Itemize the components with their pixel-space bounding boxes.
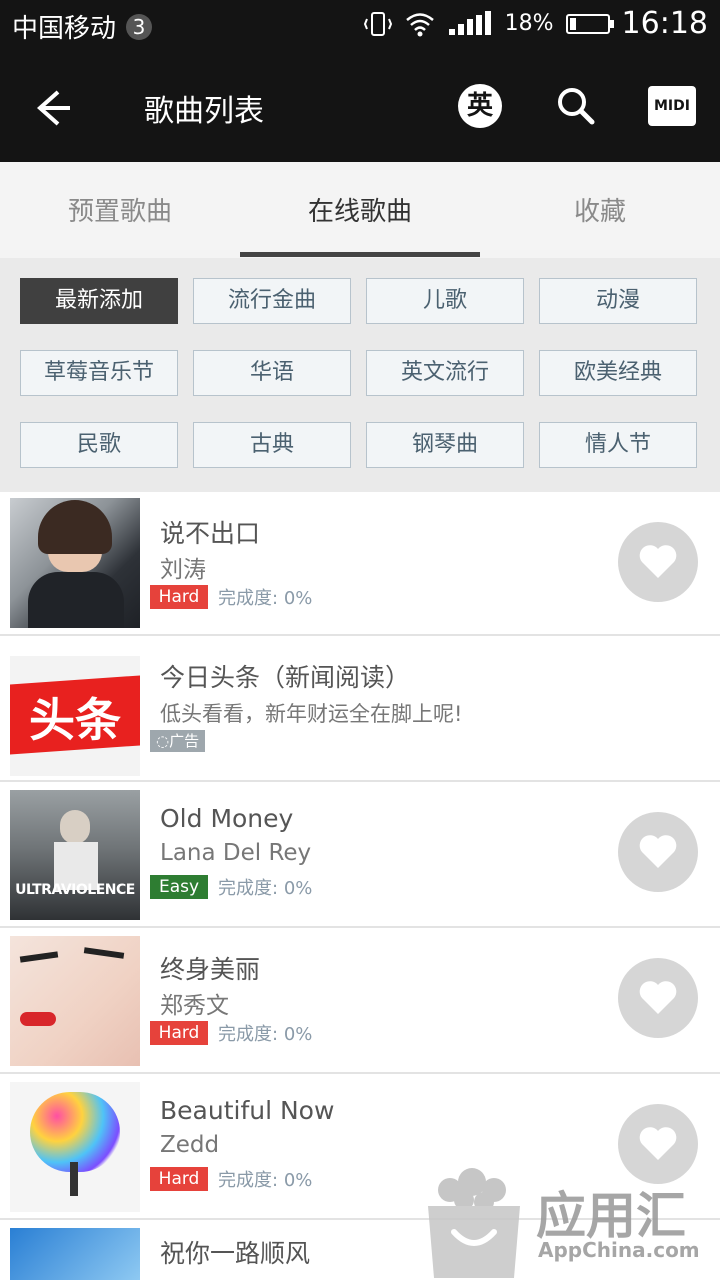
wifi-icon: [405, 12, 434, 36]
ad-tag: ◌广告: [150, 730, 206, 752]
tab-favorites[interactable]: 收藏: [480, 162, 720, 258]
back-button[interactable]: [30, 82, 82, 134]
midi-button[interactable]: MIDI: [648, 86, 696, 126]
ad-subtitle: 低头看看，新年财运全在脚上呢!: [160, 702, 463, 726]
song-title: 终身美丽: [160, 955, 261, 984]
heart-icon: [639, 545, 677, 578]
language-toggle-button[interactable]: 英: [458, 84, 502, 128]
category-anime[interactable]: 动漫: [539, 278, 697, 324]
favorite-button[interactable]: [618, 812, 698, 892]
song-title: 祝你一路顺风: [160, 1239, 311, 1268]
progress-text: 完成度: 0%: [218, 588, 313, 609]
vibrate-icon: [363, 11, 392, 36]
difficulty-badge: Hard: [150, 585, 208, 609]
ad-title: 今日头条（新闻阅读）: [160, 663, 411, 692]
category-children[interactable]: 儿歌: [366, 278, 524, 324]
progress-text: 完成度: 0%: [218, 878, 313, 899]
carrier-label: 中国移动: [12, 14, 117, 44]
song-artist: 郑秀文: [160, 993, 229, 1019]
battery-icon: [565, 13, 614, 34]
category-folk[interactable]: 民歌: [20, 422, 178, 468]
category-western-classics[interactable]: 欧美经典: [539, 350, 697, 396]
sim-slot-badge: 3: [126, 13, 153, 40]
cover-text: ULTRAVIOLENCE: [15, 882, 135, 898]
category-english-pop[interactable]: 英文流行: [366, 350, 524, 396]
album-cover: [10, 1082, 140, 1212]
progress-text: 完成度: 0%: [218, 1170, 313, 1191]
category-strawberry-festival[interactable]: 草莓音乐节: [20, 350, 178, 396]
song-title: Beautiful Now: [160, 1096, 335, 1125]
ad-logo-text: 头条: [29, 693, 121, 747]
tab-preset-songs[interactable]: 预置歌曲: [0, 162, 240, 258]
tab-indicator: [240, 252, 480, 257]
tab-bar: 预置歌曲 在线歌曲 收藏: [0, 162, 720, 258]
difficulty-badge: Hard: [150, 1021, 208, 1045]
album-cover: [10, 936, 140, 1066]
category-piano[interactable]: 钢琴曲: [366, 422, 524, 468]
search-button[interactable]: [554, 84, 598, 128]
heart-icon: [639, 835, 677, 868]
song-artist: Zedd: [160, 1132, 220, 1158]
difficulty-badge: Easy: [150, 875, 208, 899]
category-chinese[interactable]: 华语: [193, 350, 351, 396]
ad-logo: 头条: [10, 656, 140, 776]
signal-icon: [448, 10, 491, 35]
shopping-bag-icon: [428, 1168, 520, 1278]
app-bar: 歌曲列表 英 MIDI: [0, 50, 720, 162]
album-cover: ULTRAVIOLENCE: [10, 790, 140, 920]
favorite-button[interactable]: [618, 522, 698, 602]
search-icon: [558, 88, 595, 125]
song-artist: 刘涛: [160, 557, 206, 583]
arrow-left-icon: [36, 90, 70, 126]
song-artist: Lana Del Rey: [160, 840, 312, 866]
page-title: 歌曲列表: [144, 94, 264, 129]
appchina-watermark: 应用汇 AppChina.com: [420, 1160, 720, 1280]
heart-icon: [639, 1127, 677, 1160]
song-row[interactable]: 终身美丽 郑秀文 Hard 完成度: 0%: [0, 928, 720, 1074]
song-row[interactable]: 说不出口 刘涛 Hard 完成度: 0%: [0, 492, 720, 636]
status-bar: 中国移动 3 18% 16:18: [0, 0, 720, 50]
song-row[interactable]: ULTRAVIOLENCE Old Money Lana Del Rey Eas…: [0, 782, 720, 928]
album-cover: [10, 498, 140, 628]
song-title: Old Money: [160, 804, 294, 833]
category-classical[interactable]: 古典: [193, 422, 351, 468]
category-latest[interactable]: 最新添加: [20, 278, 178, 324]
category-grid: 最新添加 流行金曲 儿歌 动漫 草莓音乐节 华语 英文流行 欧美经典 民歌 古典…: [0, 258, 720, 492]
battery-percent: 18%: [504, 11, 554, 36]
ad-row[interactable]: 头条 今日头条（新闻阅读） 低头看看，新年财运全在脚上呢! ◌广告: [0, 636, 720, 782]
category-pop-hits[interactable]: 流行金曲: [193, 278, 351, 324]
clock: 16:18: [621, 6, 708, 41]
tab-online-songs[interactable]: 在线歌曲: [240, 162, 480, 258]
song-title: 说不出口: [160, 519, 261, 548]
progress-text: 完成度: 0%: [218, 1024, 313, 1045]
album-cover: [10, 1228, 140, 1280]
difficulty-badge: Hard: [150, 1167, 208, 1191]
watermark-domain: AppChina.com: [538, 1238, 700, 1262]
favorite-button[interactable]: [618, 958, 698, 1038]
heart-icon: [639, 981, 677, 1014]
category-valentines[interactable]: 情人节: [539, 422, 697, 468]
